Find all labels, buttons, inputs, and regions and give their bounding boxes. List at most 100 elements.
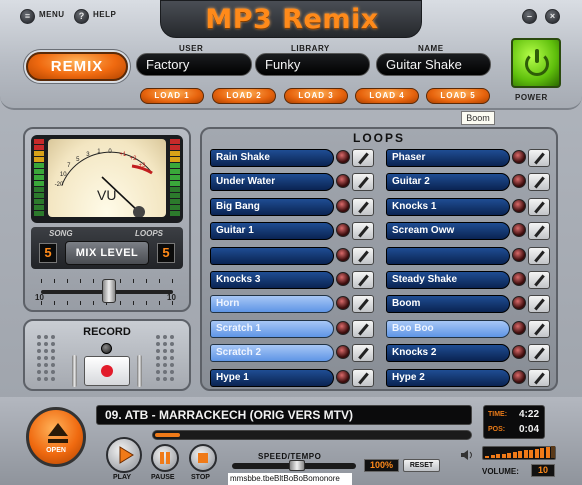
loop-name[interactable]: Under Water	[210, 173, 334, 192]
loop-edit-icon[interactable]	[528, 197, 550, 216]
loop-preview-icon[interactable]	[336, 369, 350, 384]
loop-edit-icon[interactable]	[352, 197, 374, 216]
record-button[interactable]	[84, 356, 130, 386]
load-2-button[interactable]: LOAD 2	[212, 88, 276, 104]
loop-edit-icon[interactable]	[352, 271, 374, 289]
user-field[interactable]: Factory	[136, 53, 252, 76]
loop-preview-icon[interactable]	[512, 369, 526, 384]
loop-edit-icon[interactable]	[528, 344, 550, 363]
loop-name[interactable]: Knocks 2	[386, 344, 510, 363]
loop-preview-icon[interactable]	[336, 345, 350, 360]
loop-slot-left-6[interactable]: Knocks 3	[210, 271, 376, 289]
loop-name[interactable]: Knocks 3	[210, 271, 334, 289]
speed-slider-knob[interactable]	[289, 460, 305, 471]
loop-preview-icon[interactable]	[336, 198, 350, 213]
loop-preview-icon[interactable]	[512, 198, 526, 213]
loop-preview-icon[interactable]	[512, 320, 526, 335]
loop-preview-icon[interactable]	[336, 174, 350, 189]
loop-edit-icon[interactable]	[528, 149, 550, 167]
load-5-button[interactable]: LOAD 5	[426, 88, 490, 104]
loop-name[interactable]: Boom	[386, 295, 510, 314]
loop-slot-right-10[interactable]: Hype 2	[386, 368, 552, 387]
loop-name[interactable]: Horn	[210, 295, 334, 314]
slider-knob[interactable]	[102, 279, 116, 303]
volume-meter[interactable]	[482, 446, 556, 460]
loop-name[interactable]: Knocks 1	[386, 197, 510, 216]
open-button[interactable]: OPEN	[26, 407, 86, 467]
loop-name[interactable]: Steady Shake	[386, 271, 510, 289]
loop-edit-icon[interactable]	[528, 173, 550, 192]
load-3-button[interactable]: LOAD 3	[284, 88, 348, 104]
loop-slot-right-9[interactable]: Knocks 2	[386, 344, 552, 363]
loop-name[interactable]: Phaser	[386, 149, 510, 167]
reset-button[interactable]: RESET	[403, 459, 440, 472]
load-4-button[interactable]: LOAD 4	[355, 88, 419, 104]
loop-slot-left-10[interactable]: Hype 1	[210, 368, 376, 387]
loop-slot-right-8[interactable]: Boo Boo	[386, 319, 552, 338]
loop-slot-right-4[interactable]: Scream Oww	[386, 222, 552, 241]
loop-slot-right-1[interactable]: Phaser	[386, 149, 552, 167]
loop-edit-icon[interactable]	[352, 368, 374, 387]
loop-edit-icon[interactable]	[352, 344, 374, 363]
loop-name[interactable]: Rain Shake	[210, 149, 334, 167]
loop-edit-icon[interactable]	[352, 149, 374, 167]
minimize-button[interactable]: –	[522, 9, 537, 24]
loop-edit-icon[interactable]	[352, 173, 374, 192]
loop-edit-icon[interactable]	[528, 319, 550, 338]
remix-button[interactable]: REMIX	[26, 52, 128, 81]
loop-preview-icon[interactable]	[336, 296, 350, 311]
loop-slot-right-7[interactable]: Boom	[386, 295, 552, 314]
close-button[interactable]: ×	[545, 9, 560, 24]
loop-name[interactable]: Hype 2	[386, 368, 510, 387]
loop-name[interactable]	[386, 246, 510, 265]
loop-name[interactable]: Scratch 2	[210, 344, 334, 363]
loop-name[interactable]: Big Bang	[210, 197, 334, 216]
loop-slot-left-7[interactable]: Horn	[210, 295, 376, 314]
loop-edit-icon[interactable]	[352, 319, 374, 338]
loop-name[interactable]: Guitar 1	[210, 222, 334, 241]
loop-name[interactable]: Hype 1	[210, 368, 334, 387]
loop-preview-icon[interactable]	[336, 320, 350, 335]
loop-slot-right-5[interactable]	[386, 246, 552, 265]
power-button[interactable]	[511, 38, 561, 88]
loop-edit-icon[interactable]	[528, 368, 550, 387]
play-button[interactable]	[106, 437, 142, 473]
loop-slot-left-5[interactable]	[210, 246, 376, 265]
loop-name[interactable]: Guitar 2	[386, 173, 510, 192]
loop-preview-icon[interactable]	[336, 272, 350, 286]
loop-edit-icon[interactable]	[352, 246, 374, 265]
load-1-button[interactable]: LOAD 1	[140, 88, 204, 104]
loop-slot-left-9[interactable]: Scratch 2	[210, 344, 376, 363]
menu-button[interactable]: ≡	[20, 9, 35, 24]
loop-slot-left-1[interactable]: Rain Shake	[210, 149, 376, 167]
loop-slot-right-6[interactable]: Steady Shake	[386, 271, 552, 289]
loop-preview-icon[interactable]	[512, 345, 526, 360]
loop-edit-icon[interactable]	[528, 222, 550, 241]
library-field[interactable]: Funky	[255, 53, 370, 76]
loop-slot-left-3[interactable]: Big Bang	[210, 197, 376, 216]
loop-edit-icon[interactable]	[528, 271, 550, 289]
loop-preview-icon[interactable]	[512, 296, 526, 311]
loop-slot-right-2[interactable]: Guitar 2	[386, 173, 552, 192]
name-field[interactable]: Guitar Shake	[376, 53, 491, 76]
loop-slot-left-2[interactable]: Under Water	[210, 173, 376, 192]
loop-slot-right-3[interactable]: Knocks 1	[386, 197, 552, 216]
loop-preview-icon[interactable]	[512, 247, 526, 262]
loop-preview-icon[interactable]	[512, 272, 526, 286]
loop-preview-icon[interactable]	[336, 150, 350, 164]
pause-button[interactable]	[151, 444, 179, 472]
loop-preview-icon[interactable]	[512, 150, 526, 164]
loop-name[interactable]: Scratch 1	[210, 319, 334, 338]
loop-slot-left-8[interactable]: Scratch 1	[210, 319, 376, 338]
loop-preview-icon[interactable]	[336, 247, 350, 262]
loop-edit-icon[interactable]	[528, 295, 550, 314]
loop-edit-icon[interactable]	[352, 295, 374, 314]
loop-slot-left-4[interactable]: Guitar 1	[210, 222, 376, 241]
mix-slider[interactable]: 10 10	[31, 273, 183, 309]
loop-name[interactable]: Boo Boo	[386, 319, 510, 338]
loop-edit-icon[interactable]	[352, 222, 374, 241]
loop-name[interactable]	[210, 246, 334, 265]
loop-preview-icon[interactable]	[336, 223, 350, 238]
stop-button[interactable]	[189, 444, 217, 472]
loop-preview-icon[interactable]	[512, 174, 526, 189]
